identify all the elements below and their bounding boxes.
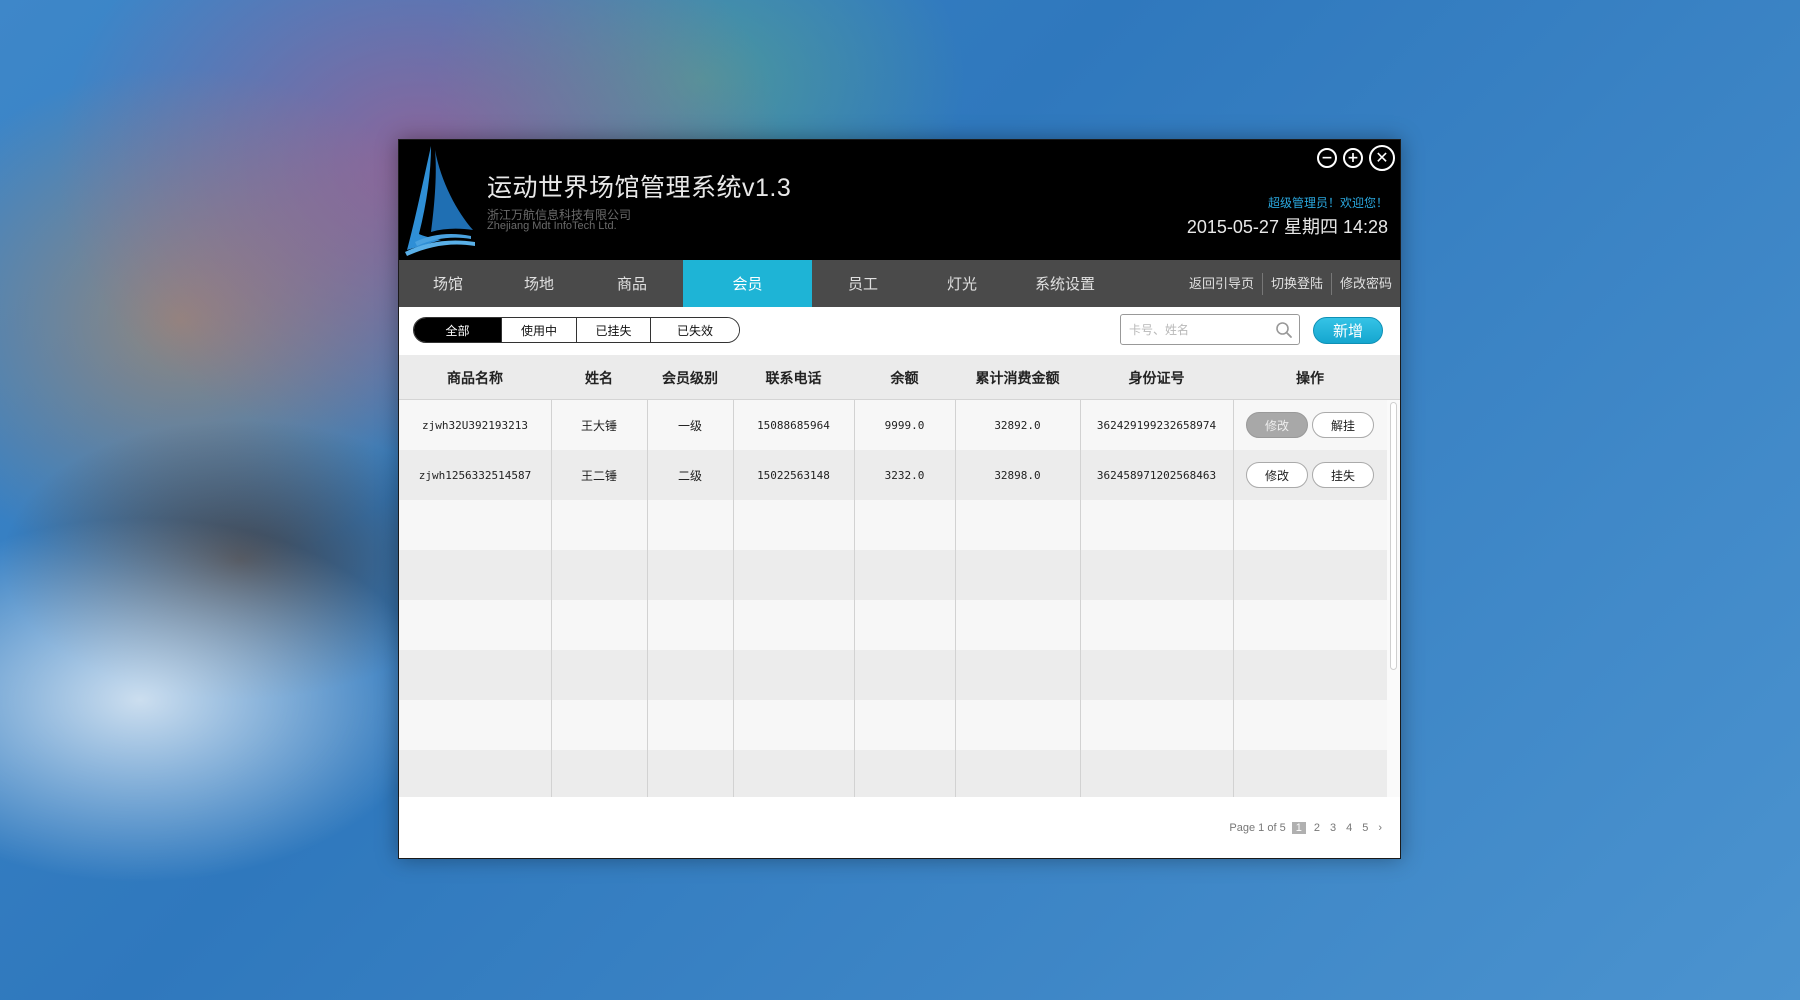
company-name-en: Zhejiang Mdt InfoTech Ltd. <box>487 220 617 232</box>
nav-item-court[interactable]: 场地 <box>497 260 581 307</box>
nav-item-staff[interactable]: 员工 <box>812 260 914 307</box>
table-header: 商品名称 姓名 会员级别 联系电话 余额 累计消费金额 身份证号 操作 <box>399 355 1400 400</box>
nav-item-goods[interactable]: 商品 <box>581 260 683 307</box>
close-icon[interactable]: ✕ <box>1369 145 1395 171</box>
empty-row <box>399 500 1387 550</box>
add-member-button[interactable]: 新增 <box>1313 317 1383 344</box>
table-row[interactable]: zjwh1256332514587 王二锤 二级 15022563148 323… <box>399 450 1387 500</box>
back-to-guide-link[interactable]: 返回引导页 <box>1181 273 1262 295</box>
empty-row <box>399 550 1387 600</box>
total-spent-cell: 32892.0 <box>994 418 1041 432</box>
empty-row <box>399 600 1387 650</box>
empty-row <box>399 750 1387 797</box>
maximize-icon[interactable]: + <box>1343 148 1363 168</box>
switch-login-link[interactable]: 切换登陆 <box>1261 272 1331 295</box>
card-number-cell: zjwh32U392193213 <box>422 418 528 432</box>
column-header: 操作 <box>1296 370 1324 387</box>
nav-item-lighting[interactable]: 灯光 <box>914 260 1010 307</box>
name-cell: 王二锤 <box>580 468 617 483</box>
phone-cell: 15022563148 <box>757 468 830 482</box>
balance-cell: 3232.0 <box>884 468 925 482</box>
table-row[interactable]: zjwh32U392193213 王大锤 一级 15088685964 9999… <box>399 400 1387 450</box>
table-scrollbar[interactable] <box>1387 400 1400 797</box>
empty-row <box>399 700 1387 750</box>
nav-item-settings[interactable]: 系统设置 <box>1010 260 1120 307</box>
member-table: 商品名称 姓名 会员级别 联系电话 余额 累计消费金额 身份证号 操作 zjwh… <box>399 355 1400 797</box>
nav-item-venue[interactable]: 场馆 <box>399 260 497 307</box>
nav-item-member[interactable]: 会员 <box>683 260 812 307</box>
main-nav: 场馆 场地 商品 会员 员工 灯光 系统设置 返回引导页 切换登陆 修改密码 <box>399 260 1400 307</box>
datetime: 2015-05-27 星期四 14:28 <box>1186 217 1388 237</box>
phone-cell: 15088685964 <box>757 418 830 432</box>
level-cell: 一级 <box>677 418 702 433</box>
column-header: 累计消费金额 <box>975 370 1060 387</box>
total-spent-cell: 32898.0 <box>994 468 1041 482</box>
minimize-icon[interactable]: − <box>1317 148 1337 168</box>
welcome-text: 超级管理员！欢迎您！ <box>1267 196 1388 210</box>
nav-links: 返回引导页 切换登陆 修改密码 <box>1181 260 1400 307</box>
toolbar: 全部 使用中 已挂失 已失效 新增 <box>399 307 1400 355</box>
window-controls: − + ✕ <box>1317 145 1395 171</box>
app-window: 运动世界场馆管理系统v1.3 浙江万航信息科技有限公司 Zhejiang Mdt… <box>398 139 1401 859</box>
search-icon[interactable] <box>1275 321 1293 339</box>
column-header: 联系电话 <box>765 370 822 387</box>
id-number-cell: 362429199232658974 <box>1096 418 1217 432</box>
column-divider <box>647 400 648 797</box>
report-lost-button[interactable]: 挂失 <box>1312 462 1374 488</box>
filter-reported-lost[interactable]: 已挂失 <box>576 318 650 342</box>
column-header: 身份证号 <box>1128 370 1185 387</box>
page-3-link[interactable]: 3 <box>1328 822 1338 834</box>
scrollbar-thumb[interactable] <box>1390 402 1397 670</box>
page-2-link[interactable]: 2 <box>1312 822 1322 834</box>
card-number-cell: zjwh1256332514587 <box>418 468 532 482</box>
column-divider <box>733 400 734 797</box>
status-filter: 全部 使用中 已挂失 已失效 <box>413 317 740 343</box>
balance-cell: 9999.0 <box>884 418 925 432</box>
column-divider <box>1080 400 1081 797</box>
change-password-link[interactable]: 修改密码 <box>1330 272 1400 295</box>
name-cell: 王大锤 <box>580 418 617 433</box>
page-5-link[interactable]: 5 <box>1360 822 1370 834</box>
column-header: 姓名 <box>585 370 613 387</box>
id-number-cell: 362458971202568463 <box>1096 468 1217 482</box>
column-header: 商品名称 <box>447 370 503 387</box>
column-divider <box>551 400 552 797</box>
edit-button[interactable]: 修改 <box>1246 412 1308 438</box>
app-title: 运动世界场馆管理系统v1.3 <box>487 174 792 202</box>
column-divider <box>1233 400 1234 797</box>
column-divider <box>854 400 855 797</box>
filter-expired[interactable]: 已失效 <box>650 318 739 342</box>
page-1-link[interactable]: 1 <box>1291 822 1306 834</box>
title-bar: 运动世界场馆管理系统v1.3 浙江万航信息科技有限公司 Zhejiang Mdt… <box>399 140 1400 260</box>
unfreeze-button[interactable]: 解挂 <box>1312 412 1374 438</box>
edit-button[interactable]: 修改 <box>1246 462 1308 488</box>
column-header: 会员级别 <box>662 370 718 387</box>
sail-logo-icon <box>405 146 475 256</box>
column-divider <box>955 400 956 797</box>
search-box <box>1120 314 1300 345</box>
page-4-link[interactable]: 4 <box>1344 822 1354 834</box>
next-page-icon[interactable]: › <box>1376 822 1384 834</box>
filter-all[interactable]: 全部 <box>414 318 501 342</box>
column-header: 余额 <box>890 370 919 387</box>
actions-cell: 修改 挂失 <box>1233 450 1387 500</box>
actions-cell: 修改 解挂 <box>1233 400 1387 450</box>
search-input[interactable] <box>1121 315 1277 344</box>
page-info: Page 1 of 5 <box>1229 822 1286 834</box>
table-body: zjwh32U392193213 王大锤 一级 15088685964 9999… <box>399 400 1387 797</box>
filter-in-use[interactable]: 使用中 <box>501 318 576 342</box>
level-cell: 二级 <box>677 468 702 483</box>
empty-row <box>399 650 1387 700</box>
pagination: Page 1 of 5 1 2 3 4 5 › <box>1229 822 1384 834</box>
